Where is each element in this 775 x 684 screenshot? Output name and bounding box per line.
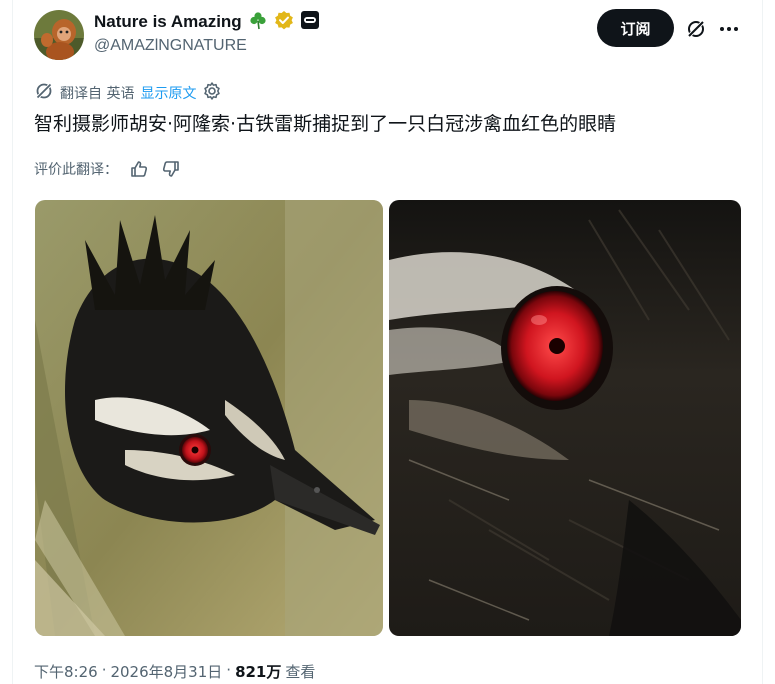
- show-original-link[interactable]: 显示原文: [140, 83, 196, 103]
- subscribe-button[interactable]: 订阅: [597, 9, 674, 47]
- rate-translation-label: 评价此翻译：: [34, 162, 118, 178]
- tweet-text: 智利摄影师胡安·阿隆索·古铁雷斯捕捉到了一只白冠涉禽血红色的眼睛: [34, 113, 617, 135]
- author-handle[interactable]: @AMAZlNGNATURE: [94, 37, 247, 55]
- verified-badge-icon[interactable]: [274, 10, 294, 34]
- translation-bar: 翻译自 英语 显示原文: [34, 82, 222, 104]
- views-count: 821万: [235, 663, 282, 681]
- thumbs-down-icon[interactable]: [160, 158, 182, 180]
- avatar[interactable]: [34, 10, 84, 60]
- timeline-border-left: [12, 0, 13, 684]
- translate-icon: [34, 81, 54, 105]
- meta-separator: ·: [101, 661, 107, 679]
- more-options-icon[interactable]: [717, 17, 741, 41]
- tweet-meta: 下午8:26 · 2026年8月31日 · 821万 查看: [34, 661, 315, 682]
- author-name-row[interactable]: Nature is Amazing: [94, 10, 320, 34]
- timeline-border-right: [762, 0, 763, 684]
- meta-separator: ·: [226, 661, 232, 679]
- translated-from-label: 翻译自 英语: [60, 86, 135, 102]
- translation-settings-icon[interactable]: [202, 81, 222, 105]
- thumbs-up-icon[interactable]: [128, 158, 150, 180]
- tweet-time[interactable]: 下午8:26: [34, 661, 98, 682]
- tweet-date[interactable]: 2026年8月31日: [110, 661, 222, 682]
- affiliate-badge-icon[interactable]: [300, 10, 320, 34]
- bird-eye-closeup-photo[interactable]: [389, 200, 741, 636]
- views-label: 查看: [285, 663, 316, 681]
- rate-translation-row: 评价此翻译：: [34, 157, 182, 181]
- grok-icon[interactable]: [684, 17, 708, 41]
- shamrock-icon: [248, 10, 268, 34]
- display-name[interactable]: Nature is Amazing: [94, 12, 242, 32]
- bird-profile-photo[interactable]: [35, 200, 383, 636]
